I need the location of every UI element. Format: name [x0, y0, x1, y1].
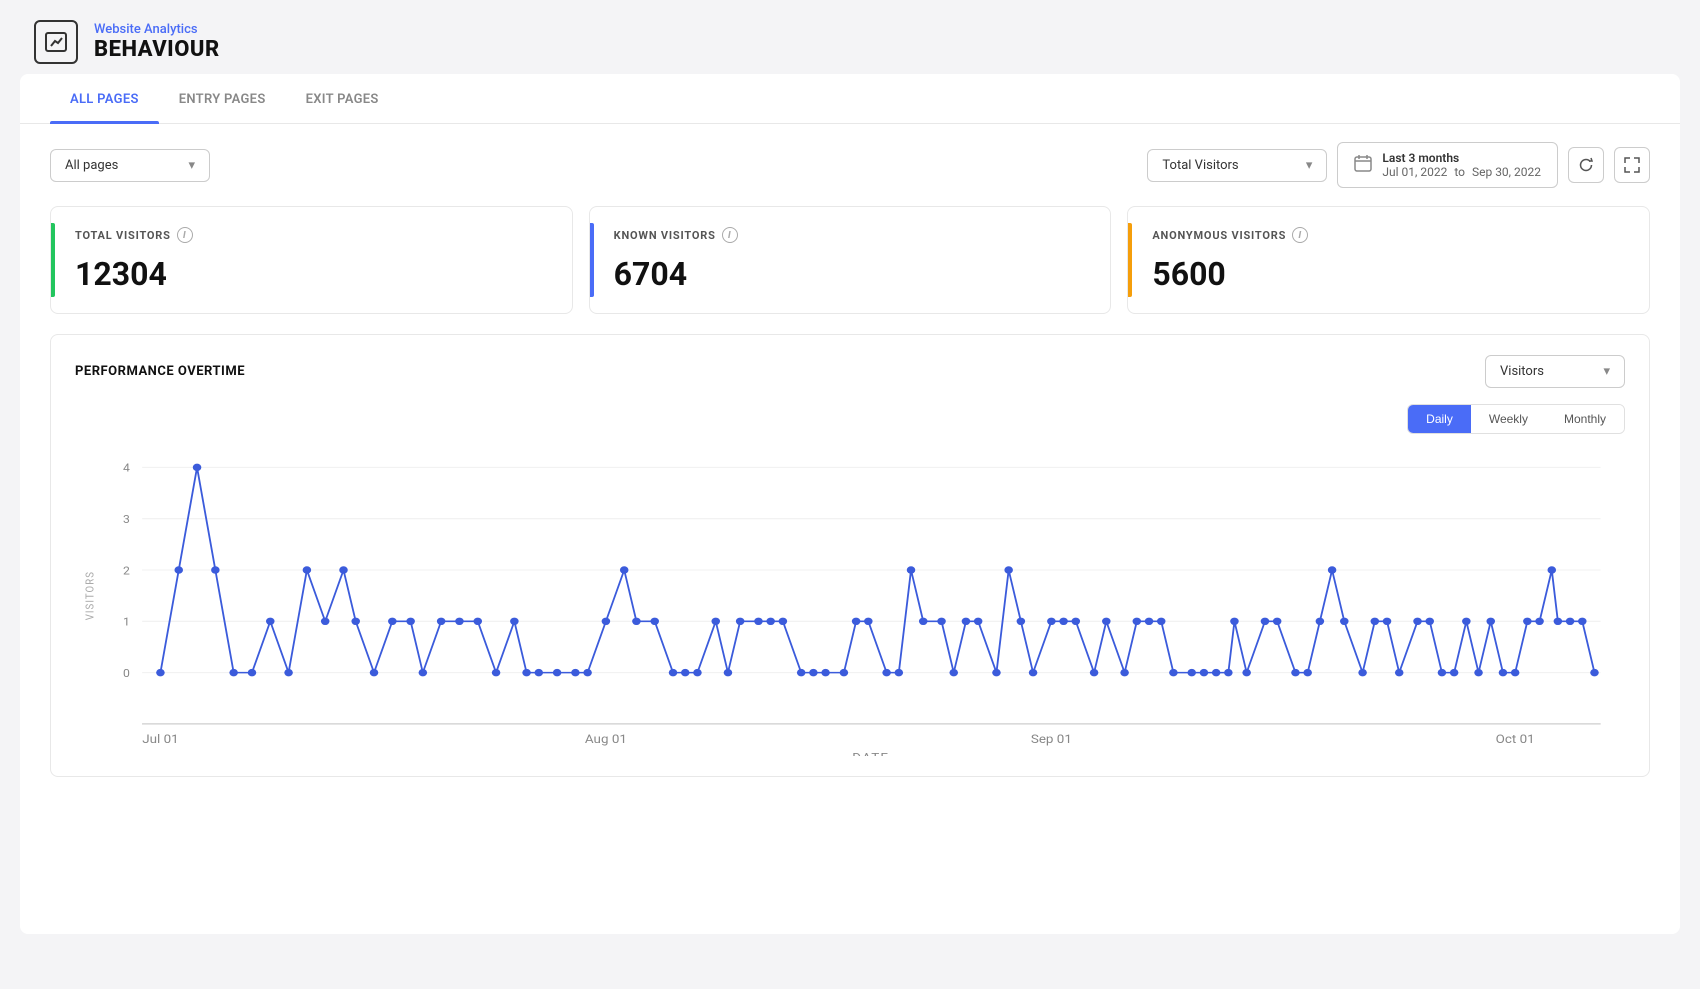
svg-text:DATE: DATE [852, 751, 889, 756]
metric-value-total: 12304 [75, 255, 548, 293]
svg-text:3: 3 [123, 513, 130, 526]
info-icon[interactable]: i [177, 227, 193, 243]
tab-entry-pages[interactable]: ENTRY PAGES [159, 74, 286, 123]
metric-known-visitors: KNOWN VISITORS i 6704 [589, 206, 1112, 314]
tabs-bar: ALL PAGES ENTRY PAGES EXIT PAGES [20, 74, 1680, 124]
performance-title: PERFORMANCE OVERTIME [75, 364, 245, 379]
svg-text:Sep 01: Sep 01 [1031, 733, 1072, 747]
page-header: Website Analytics BEHAVIOUR [0, 0, 1700, 74]
chevron-down-icon: ▾ [1603, 364, 1610, 379]
weekly-button[interactable]: Weekly [1471, 405, 1546, 433]
refresh-button[interactable] [1568, 147, 1604, 183]
chevron-down-icon: ▾ [188, 158, 195, 173]
right-controls: Total Visitors ▾ Last 3 months Jul 01, 2… [1147, 142, 1650, 188]
metric-title-known: KNOWN VISITORS i [614, 227, 1087, 243]
metric-title-total: TOTAL VISITORS i [75, 227, 548, 243]
page-title: BEHAVIOUR [94, 37, 220, 62]
date-range-picker[interactable]: Last 3 months Jul 01, 2022 to Sep 30, 20… [1337, 142, 1558, 188]
metric-value-known: 6704 [614, 255, 1087, 293]
main-content: ALL PAGES ENTRY PAGES EXIT PAGES All pag… [20, 74, 1680, 934]
breadcrumb[interactable]: Website Analytics [94, 22, 220, 37]
expand-button[interactable] [1614, 147, 1650, 183]
header-text: Website Analytics BEHAVIOUR [94, 22, 220, 62]
daily-button[interactable]: Daily [1408, 405, 1471, 433]
chart-area: 4 3 2 1 0 VISITORS [75, 446, 1625, 756]
tab-exit-pages[interactable]: EXIT PAGES [286, 74, 399, 123]
performance-section: PERFORMANCE OVERTIME Visitors ▾ Daily We… [50, 334, 1650, 777]
svg-text:VISITORS: VISITORS [83, 571, 97, 620]
svg-text:4: 4 [123, 461, 130, 474]
svg-text:0: 0 [123, 667, 130, 680]
svg-text:Oct 01: Oct 01 [1496, 733, 1535, 747]
performance-metric-dropdown[interactable]: Visitors ▾ [1485, 355, 1625, 388]
info-icon[interactable]: i [1292, 227, 1308, 243]
chevron-down-icon: ▾ [1306, 158, 1313, 173]
svg-text:2: 2 [123, 564, 130, 577]
controls-row: All pages ▾ Total Visitors ▾ Last 3 [20, 124, 1680, 206]
svg-text:Aug 01: Aug 01 [585, 733, 627, 747]
performance-chart: 4 3 2 1 0 VISITORS [75, 446, 1625, 756]
metric-dropdown[interactable]: Total Visitors ▾ [1147, 149, 1327, 182]
svg-text:Jul 01: Jul 01 [142, 733, 178, 747]
svg-text:1: 1 [123, 615, 130, 628]
info-icon[interactable]: i [722, 227, 738, 243]
metric-anonymous-visitors: ANONYMOUS VISITORS i 5600 [1127, 206, 1650, 314]
date-range-text: Last 3 months Jul 01, 2022 to Sep 30, 20… [1382, 151, 1541, 179]
tab-all-pages[interactable]: ALL PAGES [50, 74, 159, 123]
calendar-icon [1354, 154, 1372, 176]
monthly-button[interactable]: Monthly [1546, 405, 1624, 433]
pages-dropdown[interactable]: All pages ▾ [50, 149, 210, 182]
metric-value-anon: 5600 [1152, 255, 1625, 293]
performance-header: PERFORMANCE OVERTIME Visitors ▾ [75, 355, 1625, 388]
page-icon [34, 20, 78, 64]
metric-title-anon: ANONYMOUS VISITORS i [1152, 227, 1625, 243]
time-toggle: Daily Weekly Monthly [1407, 404, 1625, 434]
metric-total-visitors: TOTAL VISITORS i 12304 [50, 206, 573, 314]
metrics-row: TOTAL VISITORS i 12304 KNOWN VISITORS i … [20, 206, 1680, 334]
